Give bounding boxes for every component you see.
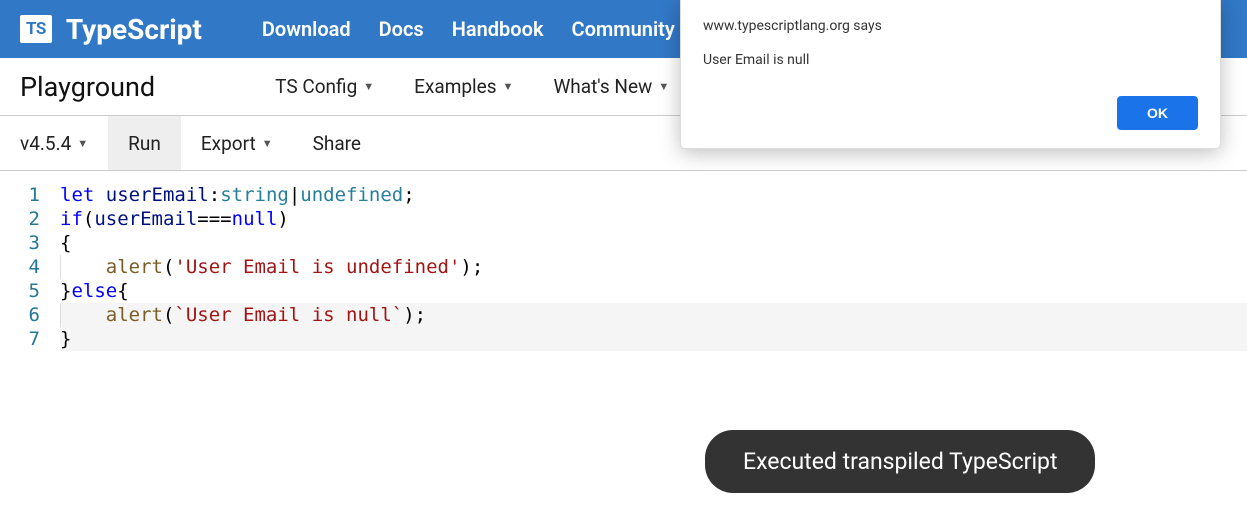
execution-toast: Executed transpiled TypeScript	[705, 430, 1095, 493]
line-number: 6	[0, 303, 40, 327]
line-number: 3	[0, 231, 40, 255]
export-label: Export	[201, 132, 256, 155]
code-line: if(userEmail===null)	[60, 207, 1247, 231]
primary-nav: Download Docs Handbook Community	[262, 17, 675, 41]
code-line: alert('User Email is undefined');	[60, 255, 1247, 279]
dialog-message: User Email is null	[703, 52, 1198, 68]
sub-nav-links: TS Config ▼ Examples ▼ What's New ▼	[275, 75, 669, 98]
chevron-down-icon: ▼	[658, 80, 669, 93]
dialog-ok-button[interactable]: OK	[1117, 96, 1198, 130]
brand-name: TypeScript	[66, 13, 202, 46]
code-line: }else{	[60, 279, 1247, 303]
dialog-origin: www.typescriptlang.org says	[703, 18, 1198, 34]
chevron-down-icon: ▼	[363, 80, 374, 93]
line-number: 4	[0, 255, 40, 279]
whats-new-dropdown[interactable]: What's New ▼	[553, 75, 669, 98]
code-content[interactable]: let userEmail:string|undefined; if(userE…	[60, 183, 1247, 351]
line-gutter: 1 2 3 4 5 6 7	[0, 183, 60, 351]
line-number: 7	[0, 327, 40, 351]
examples-label: Examples	[414, 75, 496, 98]
page-title: Playground	[20, 71, 155, 103]
line-number: 2	[0, 207, 40, 231]
line-number: 5	[0, 279, 40, 303]
chevron-down-icon: ▼	[77, 137, 88, 150]
examples-dropdown[interactable]: Examples ▼	[414, 75, 513, 98]
nav-download[interactable]: Download	[262, 17, 351, 41]
code-line: let userEmail:string|undefined;	[60, 183, 1247, 207]
js-alert-dialog: www.typescriptlang.org says User Email i…	[680, 0, 1221, 149]
whats-new-label: What's New	[553, 75, 652, 98]
version-label: v4.5.4	[20, 132, 71, 155]
chevron-down-icon: ▼	[503, 80, 514, 93]
logo-badge: TS	[20, 15, 52, 43]
code-line: alert(`User Email is null`);	[60, 303, 1247, 327]
nav-handbook[interactable]: Handbook	[452, 17, 544, 41]
ts-config-label: TS Config	[275, 75, 357, 98]
chevron-down-icon: ▼	[262, 137, 273, 150]
nav-community[interactable]: Community	[572, 17, 675, 41]
dialog-actions: OK	[703, 96, 1198, 130]
nav-docs[interactable]: Docs	[379, 17, 424, 41]
line-number: 1	[0, 183, 40, 207]
export-dropdown[interactable]: Export ▼	[181, 116, 293, 170]
ts-config-dropdown[interactable]: TS Config ▼	[275, 75, 374, 98]
code-line: }	[60, 327, 1247, 351]
code-line: {	[60, 231, 1247, 255]
code-editor[interactable]: 1 2 3 4 5 6 7 let userEmail:string|undef…	[0, 171, 1247, 351]
run-button[interactable]: Run	[108, 116, 181, 170]
share-button[interactable]: Share	[293, 116, 381, 170]
version-dropdown[interactable]: v4.5.4 ▼	[0, 116, 108, 170]
